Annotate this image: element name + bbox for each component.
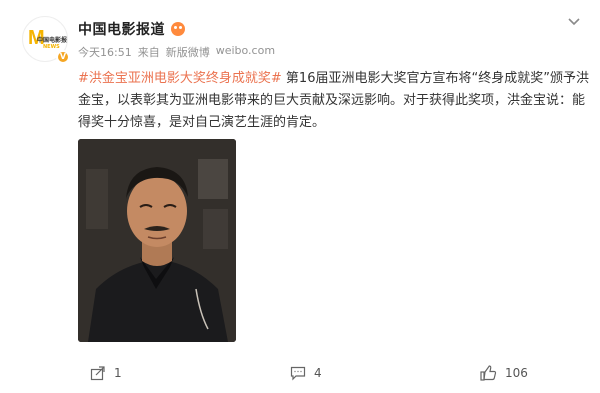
comment-icon bbox=[290, 366, 306, 381]
like-button[interactable]: 106 bbox=[480, 365, 528, 381]
post-photo[interactable] bbox=[78, 139, 236, 342]
source-prefix: 来自 bbox=[137, 46, 160, 59]
post-via: weibo.com bbox=[215, 44, 276, 57]
like-count: 106 bbox=[505, 366, 528, 380]
photo-illustration bbox=[78, 139, 236, 342]
avatar-logo-sub: NEWS bbox=[43, 44, 60, 50]
post-actions: 1 4 106 bbox=[0, 360, 600, 390]
comment-button[interactable]: 4 bbox=[290, 365, 322, 381]
share-icon bbox=[90, 366, 105, 381]
like-icon bbox=[480, 365, 497, 381]
comment-count: 4 bbox=[314, 366, 322, 380]
post-time[interactable]: 今天16:51 bbox=[78, 44, 132, 60]
avatar-logo-text: 中国电影报道 bbox=[37, 37, 68, 44]
post-source[interactable]: 新版微博 bbox=[166, 44, 210, 60]
weibo-post: M 中国电影报道 NEWS V 中国电影报道 今天16:51 来自 新版微博 w… bbox=[0, 0, 600, 393]
share-button[interactable]: 1 bbox=[90, 365, 122, 381]
name-row: 中国电影报道 bbox=[78, 19, 185, 39]
emoji-badge-icon bbox=[171, 22, 185, 36]
post-meta: 今天16:51 来自 新版微博 weibo.com bbox=[78, 44, 275, 60]
verified-icon: V bbox=[56, 50, 70, 64]
share-count: 1 bbox=[114, 366, 122, 380]
username-link[interactable]: 中国电影报道 bbox=[78, 19, 165, 39]
chevron-down-icon[interactable] bbox=[566, 14, 582, 30]
avatar[interactable]: M 中国电影报道 NEWS V bbox=[22, 16, 70, 64]
hashtag-link[interactable]: #洪金宝亚洲电影大奖终身成就奖# bbox=[78, 71, 282, 86]
post-text: #洪金宝亚洲电影大奖终身成就奖# 第16届亚洲电影大奖官方宣布将“终身成就奖”颁… bbox=[78, 68, 590, 134]
